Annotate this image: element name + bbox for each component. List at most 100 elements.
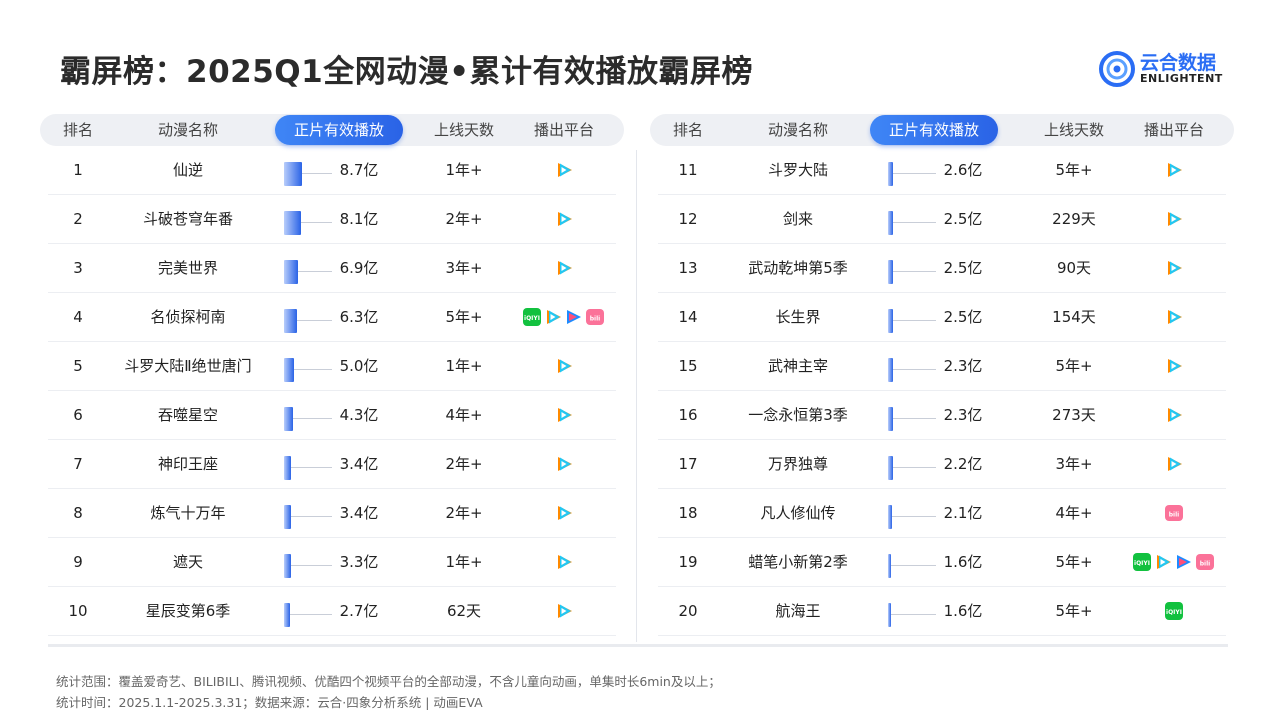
- platform-icons: [554, 258, 574, 278]
- online-days-cell: 90天: [1056, 259, 1092, 277]
- rank-cell: 9: [73, 553, 83, 571]
- tencent-video-icon: [554, 503, 574, 523]
- header-platform: 播出平台: [1143, 121, 1204, 139]
- rank-cell: 6: [73, 406, 83, 424]
- anime-name-cell: 星辰变第6季: [145, 602, 231, 620]
- anime-name-cell: 武神主宰: [767, 357, 828, 375]
- platform-icons: [554, 503, 574, 523]
- tencent-video-icon: [543, 307, 563, 327]
- table-row: 12 剑来 2.5亿 229天: [658, 195, 1226, 244]
- table-row: 4 名侦探柯南 6.3亿 5年+ iQIYI bili: [48, 293, 616, 342]
- anime-name-cell: 蜡笔小新第2季: [748, 553, 848, 571]
- play-count-label: 2.3亿: [943, 406, 983, 424]
- brand-logo: 云合数据 ENLIGHTENT: [1098, 48, 1238, 90]
- anime-name-cell: 完美世界: [157, 259, 218, 277]
- tencent-video-icon: [554, 209, 574, 229]
- tencent-video-icon: [1164, 454, 1184, 474]
- bar-leader-line: [893, 369, 936, 370]
- platform-icons: iQIYI bili: [1132, 552, 1215, 572]
- header-days: 上线天数: [433, 121, 494, 139]
- tencent-video-icon: [554, 356, 574, 376]
- anime-name-cell: 长生界: [775, 308, 821, 326]
- bar-leader-line: [893, 320, 936, 321]
- play-count-label: 3.4亿: [339, 455, 379, 473]
- play-count-bar: [888, 260, 893, 284]
- platform-icons: [1164, 356, 1184, 376]
- bar-leader-line: [893, 418, 936, 419]
- play-count-bar: [284, 211, 301, 235]
- table-row: 2 斗破苍穹年番 8.1亿 2年+: [48, 195, 616, 244]
- svg-text:iQIYI: iQIYI: [1134, 560, 1150, 567]
- anime-name-cell: 一念永恒第3季: [748, 406, 848, 424]
- table-bottom-rule: [48, 644, 1228, 647]
- table-row: 11 斗罗大陆 2.6亿 5年+: [658, 146, 1226, 195]
- play-count-label: 2.5亿: [943, 308, 983, 326]
- online-days-cell: 2年+: [445, 210, 483, 228]
- table-row: 9 遮天 3.3亿 1年+: [48, 538, 616, 587]
- online-days-cell: 5年+: [1055, 602, 1093, 620]
- play-count-label: 2.1亿: [943, 504, 983, 522]
- tencent-video-icon: [1164, 356, 1184, 376]
- table-row: 20 航海王 1.6亿 5年+ iQIYI: [658, 587, 1226, 636]
- anime-name-cell: 名侦探柯南: [150, 308, 226, 326]
- platform-icons: [1164, 209, 1184, 229]
- rank-cell: 2: [73, 210, 83, 228]
- bar-leader-line: [290, 614, 332, 615]
- bilibili-icon: bili: [1164, 503, 1184, 523]
- play-count-bar: [888, 407, 893, 431]
- youku-icon: [1174, 552, 1194, 572]
- online-days-cell: 5年+: [1055, 553, 1093, 571]
- play-count-bar: [888, 309, 893, 333]
- play-count-bar: [284, 407, 293, 431]
- youku-icon: [564, 307, 584, 327]
- bar-leader-line: [893, 271, 936, 272]
- tencent-video-icon: [1164, 209, 1184, 229]
- rank-cell: 10: [68, 602, 88, 620]
- online-days-cell: 1年+: [445, 553, 483, 571]
- online-days-cell: 229天: [1052, 210, 1096, 228]
- play-count-bar: [284, 603, 290, 627]
- header-metric: 正片有效播放: [870, 115, 998, 145]
- online-days-cell: 62天: [446, 602, 482, 620]
- platform-icons: [554, 356, 574, 376]
- platform-icons: [554, 601, 574, 621]
- play-count-label: 1.6亿: [943, 602, 983, 620]
- online-days-cell: 273天: [1052, 406, 1096, 424]
- brand-name-cn: 云合数据: [1140, 52, 1217, 74]
- online-days-cell: 1年+: [445, 357, 483, 375]
- bar-leader-line: [893, 222, 936, 223]
- ranking-rows: 11 斗罗大陆 2.6亿 5年+ 12 剑来 2.5亿 229天 13 武动乾坤第5季 2.5亿 90…: [650, 146, 1234, 636]
- bar-leader-line: [891, 614, 936, 615]
- iqiyi-icon: iQIYI: [1132, 552, 1152, 572]
- play-count-label: 2.5亿: [943, 210, 983, 228]
- online-days-cell: 2年+: [445, 455, 483, 473]
- anime-name-cell: 武动乾坤第5季: [748, 259, 848, 277]
- platform-icons: bili: [1164, 503, 1184, 523]
- play-count-label: 2.7亿: [339, 602, 379, 620]
- ranking-rows: 1 仙逆 8.7亿 1年+ 2 斗破苍穹年番 8.1亿 2年+ 3 完美世界 6.9亿 3年+ 4 名侦探…: [40, 146, 624, 636]
- play-count-label: 5.0亿: [339, 357, 379, 375]
- platform-icons: [1164, 258, 1184, 278]
- bar-leader-line: [893, 173, 936, 174]
- enlightent-logo-icon: [1099, 51, 1135, 87]
- platform-icons: [554, 405, 574, 425]
- platform-icons: [554, 209, 574, 229]
- anime-name-cell: 凡人修仙传: [760, 504, 836, 522]
- rank-cell: 1: [73, 161, 83, 179]
- platform-icons: [554, 454, 574, 474]
- anime-name-cell: 斗罗大陆Ⅱ绝世唐门: [124, 357, 252, 375]
- rank-cell: 16: [678, 406, 698, 424]
- svg-text:bili: bili: [1168, 512, 1178, 519]
- footnote-source: 统计时间：2025.1.1-2025.3.31；数据来源：云合·四象分析系统 |…: [56, 695, 483, 710]
- header-rank: 排名: [62, 121, 93, 139]
- bar-leader-line: [892, 516, 936, 517]
- bar-leader-line: [297, 320, 332, 321]
- play-count-label: 2.6亿: [943, 161, 983, 179]
- header-platform: 播出平台: [533, 121, 594, 139]
- rank-cell: 20: [678, 602, 698, 620]
- tencent-video-icon: [554, 405, 574, 425]
- bar-leader-line: [291, 516, 332, 517]
- play-count-bar: [284, 260, 298, 284]
- anime-name-cell: 神印王座: [157, 455, 218, 473]
- platform-icons: [1164, 307, 1184, 327]
